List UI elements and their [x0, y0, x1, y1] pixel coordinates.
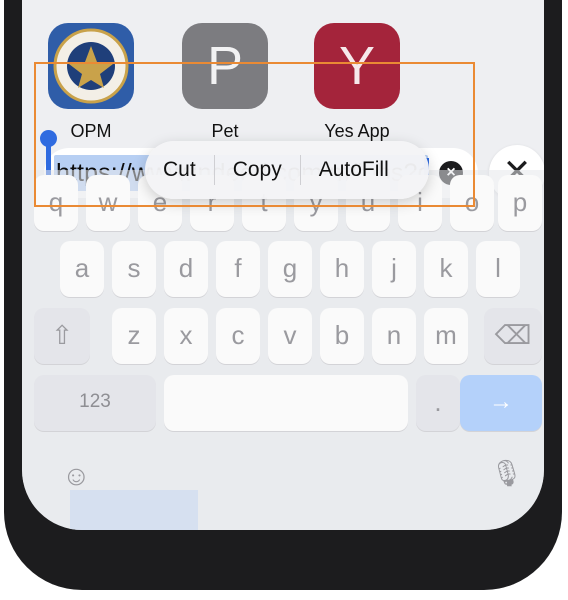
highlight-frame [34, 62, 475, 207]
key-b[interactable]: b [320, 308, 364, 364]
period-key[interactable]: . [416, 375, 460, 431]
key-n[interactable]: n [372, 308, 416, 364]
key-c[interactable]: c [216, 308, 260, 364]
key-z[interactable]: z [112, 308, 156, 364]
key-m[interactable]: m [424, 308, 468, 364]
shift-key[interactable]: ⇧ [34, 308, 90, 364]
key-l[interactable]: l [476, 241, 520, 297]
space-key[interactable] [164, 375, 408, 431]
key-s[interactable]: s [112, 241, 156, 297]
key-d[interactable]: d [164, 241, 208, 297]
key-x[interactable]: x [164, 308, 208, 364]
key-v[interactable]: v [268, 308, 312, 364]
key-h[interactable]: h [320, 241, 364, 297]
key-j[interactable]: j [372, 241, 416, 297]
key-p[interactable]: p [498, 175, 542, 231]
delete-key[interactable]: ⌫ [484, 308, 542, 364]
background-tile [70, 490, 198, 530]
key-f[interactable]: f [216, 241, 260, 297]
microphone-icon[interactable]: 🎙 [490, 458, 523, 489]
go-key[interactable]: → [460, 375, 542, 431]
key-a[interactable]: a [60, 241, 104, 297]
key-g[interactable]: g [268, 241, 312, 297]
numbers-key[interactable]: 123 [34, 375, 156, 431]
key-k[interactable]: k [424, 241, 468, 297]
keyboard: q w e r t y u i o p a s d f g h j k l ⇧ … [22, 170, 544, 530]
emoji-icon[interactable]: ☺ [62, 460, 91, 492]
